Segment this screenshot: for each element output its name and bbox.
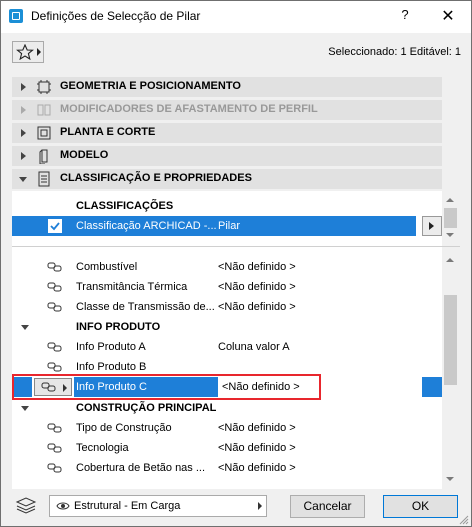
layer-select[interactable]: Estrutural - Em Carga (49, 495, 267, 517)
property-name: Transmitância Térmica (76, 281, 188, 293)
link-icon (47, 362, 62, 372)
collapse-arrow-icon[interactable] (21, 406, 29, 411)
resize-grip-icon[interactable] (459, 515, 469, 525)
property-value[interactable]: <Não definido > (218, 462, 296, 474)
link-icon (47, 302, 62, 312)
expand-arrow-icon (21, 129, 26, 137)
dropdown-arrow-icon (258, 502, 262, 510)
link-icon (47, 262, 62, 272)
favorites-button[interactable] (12, 41, 44, 63)
panel-label: MODIFICADORES DE AFASTAMENTO DE PERFIL (60, 103, 318, 115)
property-row[interactable]: Tipo de Construção <Não definido > (12, 418, 442, 438)
classifications-heading: CLASSIFICAÇÕES (12, 196, 442, 216)
expand-arrow-icon (21, 152, 26, 160)
property-value[interactable]: Coluna valor A (218, 341, 290, 353)
link-icon (47, 423, 62, 433)
title-bar: Definições de Selecção de Pilar ? ✕ (1, 1, 471, 33)
collapse-arrow-icon[interactable] (21, 325, 29, 330)
settings-dialog: Definições de Selecção de Pilar ? ✕ Sele… (0, 0, 472, 527)
profile-modifier-icon (37, 104, 51, 116)
info-product-group[interactable]: INFO PRODUTO (12, 317, 442, 337)
panel-label: CLASSIFICAÇÃO E PROPRIEDADES (60, 172, 252, 184)
scroll-thumb[interactable] (444, 295, 457, 385)
property-row[interactable]: Tecnologia <Não definido > (12, 438, 442, 458)
classification-picker-button[interactable] (422, 216, 442, 236)
property-value[interactable]: <Não definido > (218, 422, 296, 434)
panel-label: PLANTA E CORTE (60, 126, 156, 138)
panel-profile-modifiers[interactable]: MODIFICADORES DE AFASTAMENTO DE PERFIL (12, 100, 442, 120)
favorites-arrow-icon (37, 48, 41, 56)
property-name: Tecnologia (76, 442, 129, 454)
close-button[interactable]: ✕ (438, 6, 458, 26)
help-button[interactable]: ? (396, 7, 414, 27)
scroll-thumb[interactable] (444, 208, 457, 228)
star-icon (16, 44, 34, 60)
property-value[interactable]: <Não definido > (218, 261, 296, 273)
plan-section-icon (37, 126, 51, 140)
property-name: Info Produto B (76, 361, 147, 373)
classification-value: Pilar (218, 220, 241, 232)
property-name: Tipo de Construção (76, 422, 172, 434)
link-icon (47, 463, 62, 473)
link-icon (47, 443, 62, 453)
classification-row[interactable]: Classificação ARCHICAD -... Pilar (12, 216, 416, 236)
property-name: Cobertura de Betão nas ... (76, 462, 206, 474)
properties-list-icon (38, 171, 50, 187)
row-end-marker (422, 377, 442, 397)
construction-group[interactable]: CONSTRUÇÃO PRINCIPAL (12, 398, 442, 418)
picker-arrow-icon (429, 222, 434, 230)
property-name: Info Produto A (76, 341, 146, 353)
property-row[interactable]: Info Produto A Coluna valor A (12, 337, 442, 357)
scroll-up-icon (446, 258, 454, 262)
layers-icon (15, 497, 37, 514)
geometry-icon (37, 80, 51, 94)
scroll-down-icon (446, 477, 454, 481)
ok-button[interactable]: OK (383, 495, 458, 518)
dialog-title: Definições de Selecção de Pilar (31, 9, 201, 23)
link-icon (47, 342, 62, 352)
property-name: Classe de Transmissão de... (76, 301, 215, 313)
archicad-app-icon (9, 9, 23, 23)
group-label: CONSTRUÇÃO PRINCIPAL (76, 402, 217, 414)
panel-classification-properties[interactable]: CLASSIFICAÇÃO E PROPRIEDADES (12, 169, 442, 189)
scroll-down-icon (446, 233, 454, 237)
checkbox-checked-icon[interactable] (48, 219, 62, 233)
group-label: CLASSIFICAÇÕES (76, 200, 174, 212)
classification-name: Classificação ARCHICAD -... (76, 220, 217, 232)
property-name: Combustível (76, 261, 138, 273)
property-row[interactable]: Transmitância Térmica <Não definido > (12, 277, 442, 297)
classifications-scrollbar[interactable] (442, 191, 460, 243)
panel-label: GEOMETRIA E POSICIONAMENTO (60, 80, 241, 92)
panel-label: MODELO (60, 149, 109, 161)
panel-plan-section[interactable]: PLANTA E CORTE (12, 123, 442, 143)
property-value[interactable]: <Não definido > (218, 301, 296, 313)
property-row[interactable]: Classe de Transmissão de... <Não definid… (12, 297, 442, 317)
property-row[interactable]: Cobertura de Betão nas ... <Não definido… (12, 458, 442, 478)
eye-icon (56, 502, 70, 510)
property-row[interactable]: Combustível <Não definido > (12, 257, 442, 277)
model-icon (39, 149, 48, 164)
panel-geometry[interactable]: GEOMETRIA E POSICIONAMENTO (12, 77, 442, 97)
panel-model[interactable]: MODELO (12, 146, 442, 166)
link-icon (47, 282, 62, 292)
selection-count: Seleccionado: 1 Editável: 1 (328, 46, 461, 58)
layer-name: Estrutural - Em Carga (74, 500, 181, 512)
property-value[interactable]: <Não definido > (218, 281, 296, 293)
expand-arrow-icon (21, 106, 26, 114)
highlight-box (12, 374, 321, 400)
divider (12, 246, 460, 247)
cancel-button[interactable]: Cancelar (290, 495, 365, 518)
property-value[interactable]: <Não definido > (218, 442, 296, 454)
properties-scrollbar[interactable] (442, 251, 460, 489)
expand-arrow-icon (21, 83, 26, 91)
collapse-arrow-icon (19, 177, 27, 182)
group-label: INFO PRODUTO (76, 321, 161, 333)
scroll-up-icon (446, 198, 454, 202)
